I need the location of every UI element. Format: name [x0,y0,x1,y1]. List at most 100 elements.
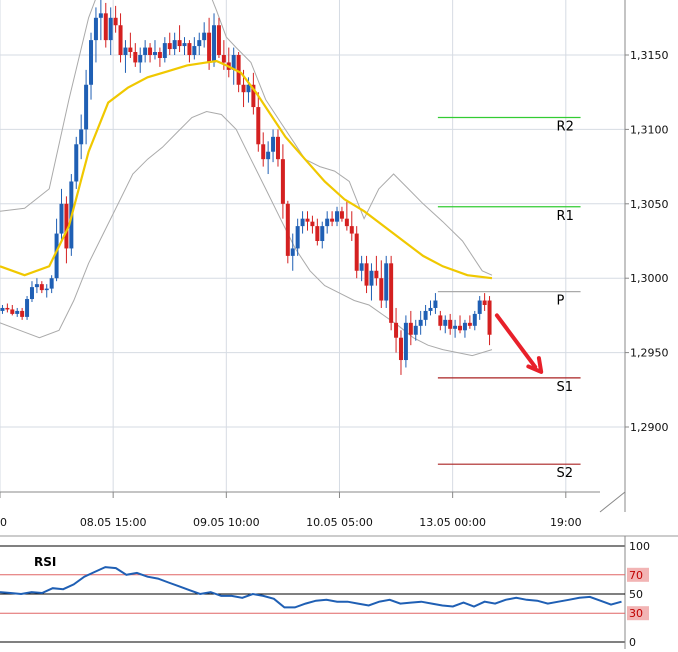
candle-bull [123,47,128,55]
candle-bear [285,203,290,256]
candle-bear [374,270,379,279]
candle-bull [428,307,433,311]
candle-bear [315,226,320,241]
candle-bull [138,55,143,63]
candle-bull [325,218,330,227]
chart-root: R2 R1 P S1 S2 1,3150 1,3100 1,3050 1,3000 1,2950… [0,0,678,649]
candle-bear [354,233,359,271]
candle-bear [482,300,487,305]
candle-bull [271,136,276,152]
candle-bull [300,218,305,227]
x-tick-label: 0 [0,516,7,529]
candle-bear [207,32,212,63]
candle-bear [310,221,315,227]
candle-bear [241,84,246,93]
x-tick-label: 10.05 05:00 [306,516,373,529]
candle-bear [103,13,108,41]
candle-bull [29,287,34,300]
candle-bear [39,284,44,291]
rsi-tick-label: 70 [629,569,643,582]
pivot-label-p: P [557,294,565,309]
candle-bull [15,310,20,314]
candle-bull [453,325,458,329]
x-tick-label: 19:00 [550,516,582,529]
candle-bear [157,52,162,58]
candle-bull [266,151,271,160]
candle-bear [128,47,133,53]
candle-bear [344,218,349,227]
candle-bear [330,218,335,222]
candle-bear [187,43,192,55]
candle-bull [477,300,482,314]
candle-bull [462,322,467,331]
y-tick-label: 1,3100 [630,123,669,136]
candle-bear [458,325,463,331]
candle-bull [212,25,217,63]
candle-bear [177,40,182,47]
candle-bull [152,52,157,55]
candle-bull [59,203,64,234]
candle-bear [467,322,472,326]
rsi-tick-label: 100 [629,540,650,553]
candle-bear [438,315,443,326]
candle-bear [275,136,280,160]
candle-bear [339,211,344,219]
rsi-tick-label: 30 [629,607,643,620]
candle-bull [335,211,340,222]
trading-chart: R2 R1 P S1 S2 1,3150 1,3100 1,3050 1,3000 1,2950… [0,0,678,649]
candle-bull [369,270,374,286]
candle-bear [349,226,354,234]
candle-bear [394,322,399,338]
candle-bear [448,319,453,329]
candle-bull [74,144,79,182]
candle-bull [320,226,325,241]
candle-bear [118,25,123,55]
candle-bull [162,43,167,58]
candle-bull [472,313,477,326]
candle-bull [172,40,177,50]
rsi-tick-label: 0 [629,636,636,649]
y-tick-label: 1,2950 [630,347,669,360]
candle-bull [98,13,103,18]
candle-bear [216,25,221,55]
candle-bull [295,226,300,249]
rsi-series-label: RSI [34,555,56,569]
y-tick-label: 1,3050 [630,198,669,211]
candle-bear [133,52,138,63]
candle-bull [93,17,98,41]
candle-bull [0,307,5,311]
candle-bull [202,32,207,41]
candle-bull [384,263,389,301]
candle-bull [79,129,84,145]
pivot-label-r1: R1 [557,209,574,224]
candle-bear [408,322,413,335]
x-tick-label: 09.05 10:00 [193,516,260,529]
candle-bear [10,309,15,314]
x-tick-label: 13.05 00:00 [419,516,486,529]
x-tick-label: 08.05 15:00 [80,516,147,529]
candle-bear [5,307,10,310]
candle-bear [487,300,492,335]
candle-bull [49,278,54,289]
candle-bull [197,40,202,47]
candle-bull [25,299,30,317]
candle-bear [364,263,369,286]
candle-bull [192,46,197,55]
rsi-tick-label: 50 [629,588,643,601]
candle-bear [20,310,25,317]
candle-bull [433,300,438,308]
pivot-label-s2: S2 [557,466,574,481]
candle-bull [290,248,295,256]
candle-bull [413,325,418,335]
candle-bull [418,319,423,326]
candle-bull [89,40,94,85]
candle-bull [443,319,448,326]
candle-bull [84,84,89,130]
candle-bull [44,288,49,291]
candle-bear [113,17,118,26]
y-tick-label: 1,3150 [630,49,669,62]
candle-bull [34,284,39,288]
candle-bear [167,43,172,50]
candle-bear [256,107,261,145]
candle-bull [423,310,428,320]
